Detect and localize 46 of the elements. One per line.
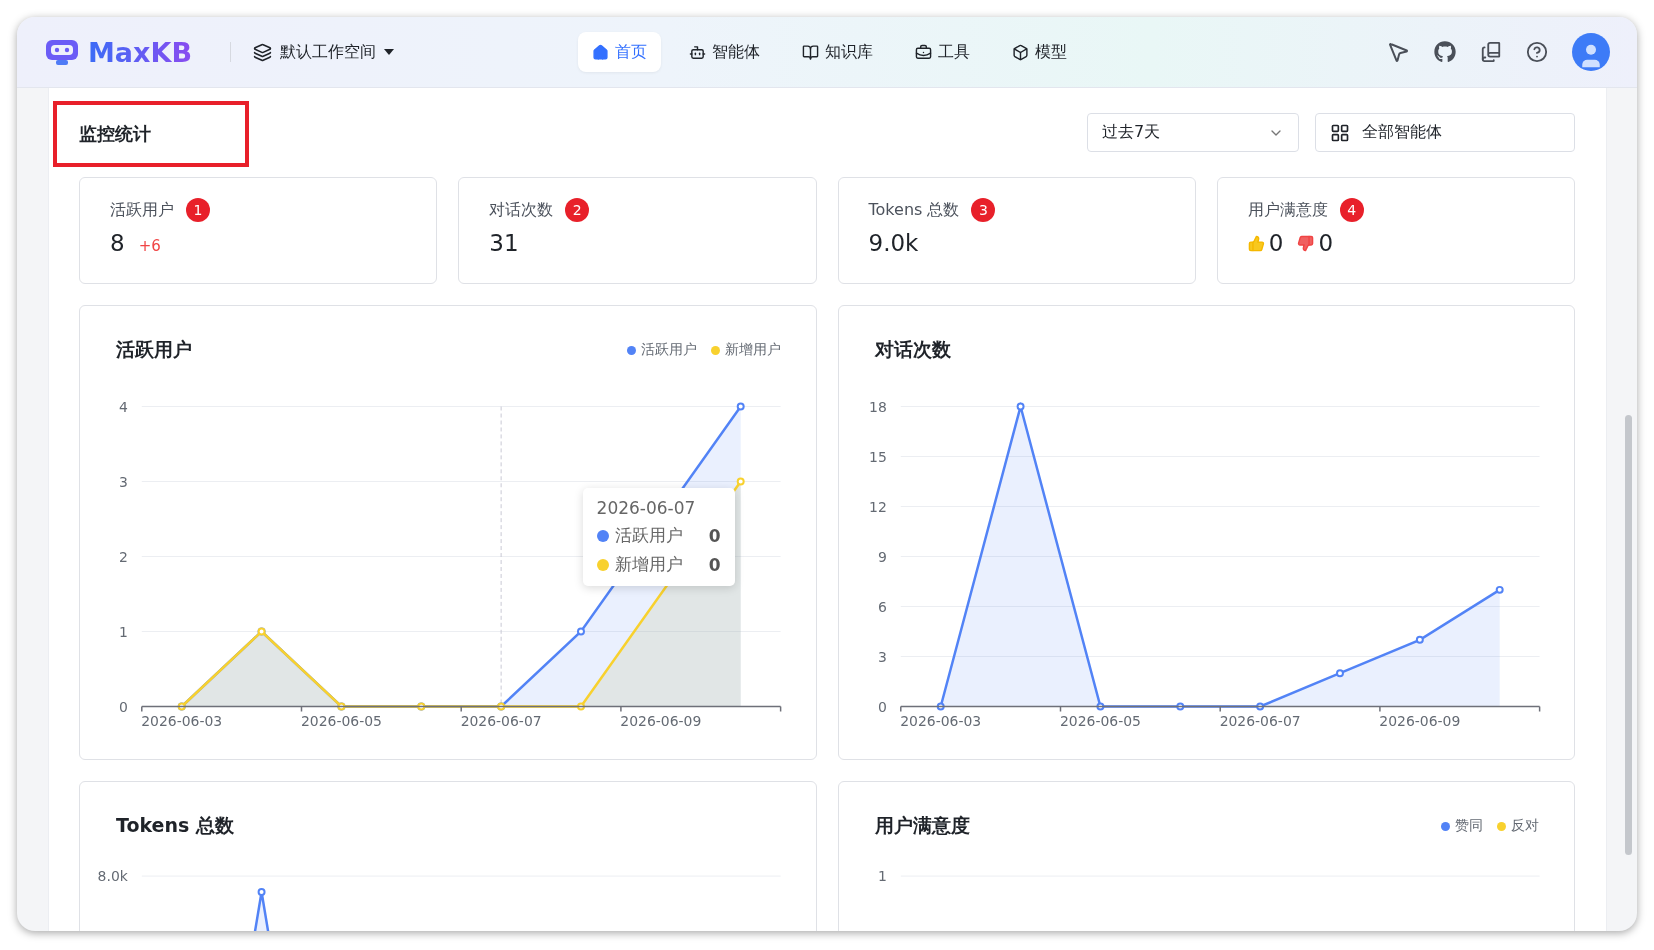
x-tick-label: 2026-06-07 — [460, 713, 542, 730]
x-tick-label: 2026-06-05 — [1059, 713, 1141, 730]
y-tick-label: 9 — [877, 548, 887, 565]
stat-label: 活跃用户 — [110, 199, 174, 221]
y-tick-label: 0 — [118, 698, 128, 715]
tooltip-value: 0 — [708, 525, 721, 546]
y-tick-label: 6 — [877, 598, 887, 615]
like-count: 0 — [1268, 230, 1284, 256]
stat-value: 8 — [110, 230, 125, 256]
stat-label: 用户满意度 — [1247, 199, 1328, 221]
stat-value: 9.0k — [868, 230, 919, 256]
stat-label: 对话次数 — [489, 199, 554, 221]
tooltip-title: 2026-06-07 — [596, 498, 697, 518]
y-tick-label: 15 — [868, 448, 887, 465]
chart-title: Tokens 总数 — [116, 813, 234, 838]
y-tick-label: 18 — [868, 398, 887, 415]
y-tick-label: 12 — [868, 498, 887, 515]
number-badge: 1 — [186, 198, 210, 222]
tooltip-label: 新增用户 — [614, 553, 683, 576]
x-tick-label: 2026-06-03 — [141, 713, 223, 730]
chart-title: 活跃用户 — [116, 337, 192, 362]
y-tick-label: 4 — [118, 398, 128, 415]
x-tick-label: 2026-06-05 — [300, 713, 382, 730]
stat-value: 31 — [489, 230, 519, 256]
x-tick-label: 2026-06-03 — [899, 713, 981, 730]
tooltip-value: 0 — [708, 554, 721, 575]
number-badge: 4 — [1339, 198, 1364, 222]
number-badge: 3 — [971, 198, 996, 222]
tooltip-label: 活跃用户 — [614, 524, 683, 547]
y-tick-label: 2 — [118, 548, 128, 565]
y-tick-label: 1 — [118, 623, 128, 640]
dislike-count: 0 — [1318, 230, 1334, 256]
y-tick-label: 0 — [877, 698, 887, 715]
x-tick-label: 2026-06-07 — [1219, 713, 1301, 730]
chart-title: 对话次数 — [874, 337, 951, 362]
y-tick-label: 3 — [877, 648, 887, 665]
page-title: 监控统计 — [79, 121, 151, 146]
stat-label: Tokens 总数 — [868, 199, 960, 221]
stat-delta: +6 — [138, 237, 161, 255]
number-badge: 2 — [565, 198, 590, 222]
y-tick-label: 8.0k — [97, 868, 128, 885]
x-tick-label: 2026-06-09 — [620, 713, 702, 730]
chart-title: 用户满意度 — [874, 813, 970, 838]
y-tick-label: 3 — [118, 473, 128, 490]
y-tick-label: 1 — [877, 868, 887, 885]
x-tick-label: 2026-06-09 — [1378, 713, 1460, 730]
